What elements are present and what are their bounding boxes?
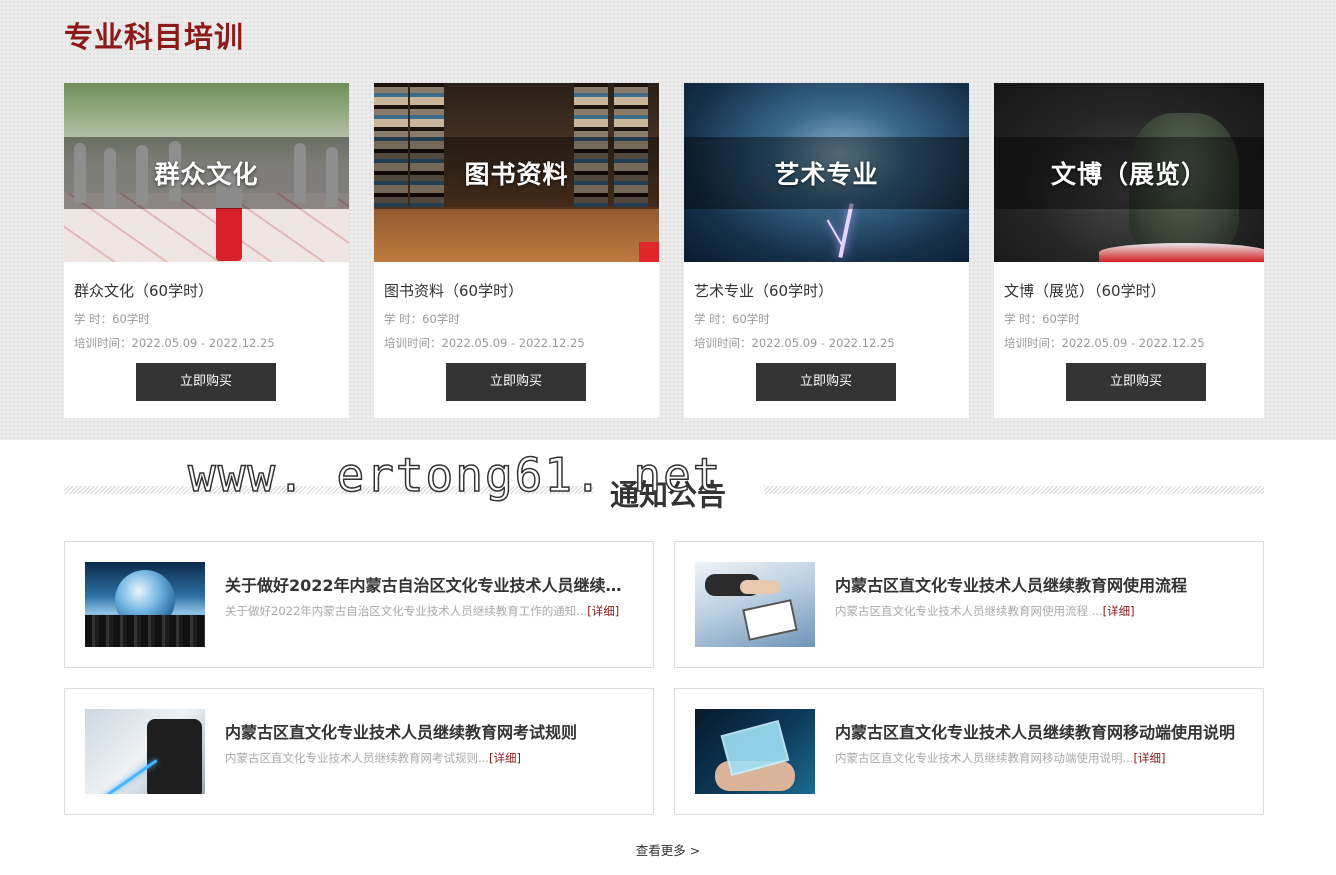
buy-now-button[interactable]: 立即购买 [1066, 363, 1206, 401]
notice-description: 内蒙古区直文化专业技术人员继续教育网使用流程 ...[详细] [835, 604, 1135, 618]
course-overlay-title: 群众文化 [154, 160, 259, 189]
course-card[interactable]: 文博（展览） 文博（展览）（60学时） 学 时：60学时 培训时间：2022.0… [994, 83, 1264, 418]
course-hours: 学 时：60学时 [384, 312, 460, 326]
course-period: 培训时间：2022.05.09 - 2022.12.25 [694, 336, 895, 350]
course-name[interactable]: 图书资料（60学时） [384, 280, 523, 301]
course-name[interactable]: 文博（展览）（60学时） [1004, 280, 1166, 301]
course-thumbnail[interactable]: 艺术专业 [684, 83, 969, 262]
course-card[interactable]: 艺术专业 艺术专业（60学时） 学 时：60学时 培训时间：2022.05.09… [684, 83, 969, 418]
buy-now-button[interactable]: 立即购买 [446, 363, 586, 401]
course-thumbnail[interactable]: 图书资料 [374, 83, 659, 262]
watermark-text: www. ertong61. net [187, 447, 723, 503]
notice-thumbnail[interactable] [85, 562, 205, 647]
course-hours: 学 时：60学时 [1004, 312, 1080, 326]
logo-badge-icon [639, 242, 659, 262]
course-thumbnail[interactable]: 群众文化 [64, 83, 349, 262]
notice-description: 内蒙古区直文化专业技术人员继续教育网移动端使用说明...[详细] [835, 751, 1166, 765]
section-title: 专业科目培训 [64, 20, 245, 54]
notice-item[interactable]: 内蒙古区直文化专业技术人员继续教育网移动端使用说明 内蒙古区直文化专业技术人员继… [674, 688, 1264, 815]
handshake-icon [740, 580, 780, 594]
tablet-icon [742, 599, 798, 641]
notice-title[interactable]: 内蒙古区直文化专业技术人员继续教育网考试规则 [225, 719, 635, 743]
notice-item[interactable]: 内蒙古区直文化专业技术人员继续教育网使用流程 内蒙古区直文化专业技术人员继续教育… [674, 541, 1264, 668]
course-overlay-title: 文博（展览） [1050, 160, 1207, 189]
detail-link[interactable]: [详细] [489, 751, 521, 765]
course-thumbnail[interactable]: 文博（展览） [994, 83, 1264, 262]
notice-description: 关于做好2022年内蒙古自治区文化专业技术人员继续教育工作的通知...[详细] [225, 604, 620, 618]
detail-link[interactable]: [详细] [1133, 751, 1165, 765]
course-period: 培训时间：2022.05.09 - 2022.12.25 [1004, 336, 1205, 350]
notice-thumbnail[interactable] [695, 709, 815, 794]
buy-now-button[interactable]: 立即购买 [136, 363, 276, 401]
notice-title[interactable]: 内蒙古区直文化专业技术人员继续教育网移动端使用说明 [835, 719, 1245, 743]
notice-thumbnail[interactable] [85, 709, 205, 794]
courses-section: 专业科目培训 群众文化 群众文化（60学时） 学 时：60学时 培训时间：202… [0, 0, 1336, 440]
lightning-icon [838, 203, 854, 258]
course-overlay-title: 艺术专业 [774, 160, 879, 189]
view-more-link[interactable]: 查看更多 > [0, 840, 1336, 859]
course-period: 培训时间：2022.05.09 - 2022.12.25 [384, 336, 585, 350]
course-card[interactable]: 图书资料 图书资料（60学时） 学 时：60学时 培训时间：2022.05.09… [374, 83, 659, 418]
notice-thumbnail[interactable] [695, 562, 815, 647]
detail-link[interactable]: [详细] [587, 604, 619, 618]
course-hours: 学 时：60学时 [694, 312, 770, 326]
course-name[interactable]: 群众文化（60学时） [74, 280, 213, 301]
course-hours: 学 时：60学时 [74, 312, 150, 326]
notice-item[interactable]: 关于做好2022年内蒙古自治区文化专业技术人员继续教育工作的通知 关于做好202… [64, 541, 654, 668]
notice-item[interactable]: 内蒙古区直文化专业技术人员继续教育网考试规则 内蒙古区直文化专业技术人员继续教育… [64, 688, 654, 815]
notice-description: 内蒙古区直文化专业技术人员继续教育网考试规则...[详细] [225, 751, 521, 765]
buy-now-button[interactable]: 立即购买 [756, 363, 896, 401]
notice-title[interactable]: 关于做好2022年内蒙古自治区文化专业技术人员继续教育工作的通知 [225, 572, 635, 596]
course-overlay-title: 图书资料 [464, 160, 569, 189]
notice-title[interactable]: 内蒙古区直文化专业技术人员继续教育网使用流程 [835, 572, 1245, 596]
detail-link[interactable]: [详细] [1103, 604, 1135, 618]
course-period: 培训时间：2022.05.09 - 2022.12.25 [74, 336, 275, 350]
course-card[interactable]: 群众文化 群众文化（60学时） 学 时：60学时 培训时间：2022.05.09… [64, 83, 349, 418]
course-name[interactable]: 艺术专业（60学时） [694, 280, 833, 301]
